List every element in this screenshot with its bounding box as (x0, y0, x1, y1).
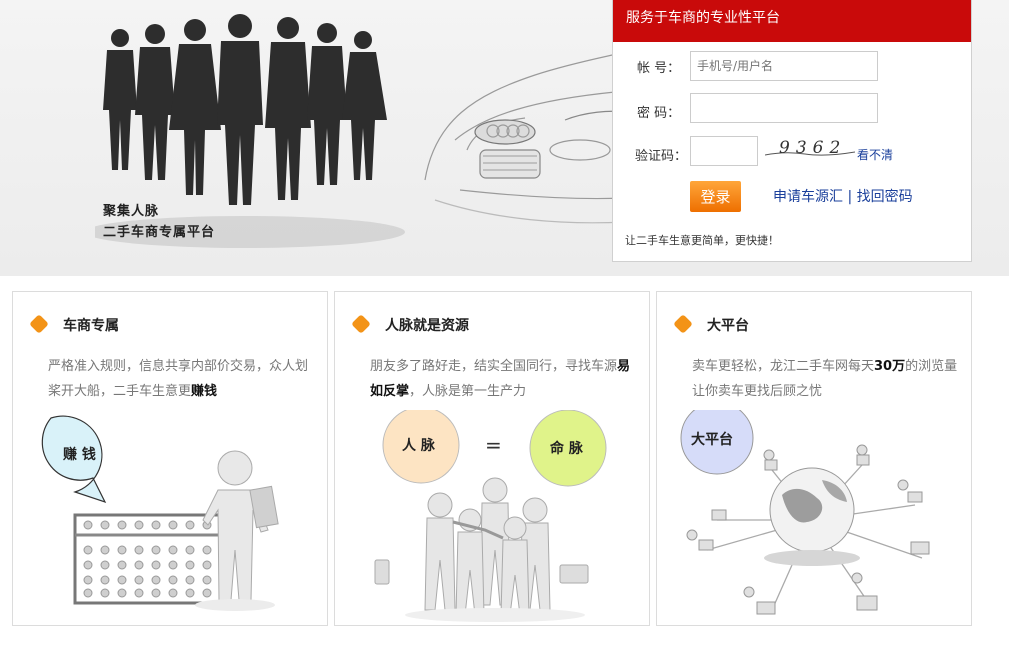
bubble-lifeline-icon: 命 脉 (529, 410, 607, 487)
forgot-password-link[interactable]: 找回密码 (857, 189, 913, 205)
feature-desc-highlight: 赚钱 (191, 384, 218, 399)
login-links: 申请车源汇 | 找回密码 (773, 186, 913, 206)
refresh-captcha-link[interactable]: 看不清 (857, 146, 893, 163)
globe-network-illustration: 大平台 (680, 410, 930, 615)
captcha-image[interactable]: 9362 (765, 136, 855, 160)
group-handshake-icon (374, 477, 589, 622)
login-panel-title: 服务于车商的专业性平台 (613, 0, 971, 42)
apply-link[interactable]: 申请车源汇 (773, 189, 843, 205)
login-button[interactable]: 登录 (690, 181, 741, 212)
globe-icon (706, 464, 923, 611)
network-illustration: 人 脉 = 命 脉 (374, 410, 607, 622)
password-input[interactable] (690, 93, 878, 123)
feature-desc-text: 严格准入规则，信息共享内部价交易，众人划桨开大船，二手车生意更 (48, 359, 309, 399)
login-panel: 服务于车商的专业性平台 帐 号： 密 码： 验证码： 9362 看不清 登录 申… (612, 0, 972, 262)
equals-sign: = (485, 433, 502, 457)
slogan-line-1: 聚集人脉 (103, 204, 160, 219)
feature-title: 人脉就是资源 (385, 318, 469, 334)
captcha-text: 9362 (779, 138, 846, 158)
slogan-line-2: 二手车商专属平台 (103, 225, 216, 240)
captcha-input[interactable] (690, 136, 758, 166)
feature-description: 朋友多了路好走，结实全国同行，寻找车源易如反掌，人脉是第一生产力 (370, 354, 642, 404)
banner-slogan: 聚集人脉 二手车商专属平台 (103, 201, 215, 243)
feature-title: 大平台 (707, 318, 749, 334)
feature-description: 严格准入规则，信息共享内部价交易，众人划桨开大船，二手车生意更赚钱 (48, 354, 320, 404)
password-label: 密 码： (637, 106, 681, 121)
captcha-label: 验证码： (635, 149, 688, 164)
feature-title: 车商专属 (63, 318, 119, 334)
3d-person-icon (195, 450, 279, 611)
car-sketch-icon (424, 51, 625, 224)
bubble-label: 大平台 (691, 431, 733, 448)
account-input[interactable] (690, 51, 878, 81)
link-separator: | (847, 189, 853, 205)
abacus-icon (73, 513, 227, 605)
feature-description: 卖车更轻松，龙江二手车网每天30万的浏览量让你卖车更找后顾之忧 (692, 354, 964, 404)
abacus-illustration: 赚 钱 (41, 415, 279, 611)
business-people-silhouettes (103, 14, 387, 205)
feature-desc-highlight: 30万 (874, 359, 906, 374)
feature-card-platform: 大平台 卖车更轻松，龙江二手车网每天30万的浏览量让你卖车更找后顾之忧 大平台 (656, 291, 972, 626)
bubble-label: 赚 钱 (62, 446, 96, 463)
orange-diamond-icon (673, 314, 693, 334)
bubble-right-label: 命 脉 (549, 440, 584, 457)
feature-card-network: 人脉就是资源 朋友多了路好走，结实全国同行，寻找车源易如反掌，人脉是第一生产力 … (334, 291, 650, 626)
bubble-left-label: 人 脉 (402, 437, 436, 454)
speech-bubble-icon: 大平台 (680, 410, 754, 475)
feature-desc-text: 卖车更轻松，龙江二手车网每天 (692, 359, 875, 374)
feature-card-dealer: 车商专属 严格准入规则，信息共享内部价交易，众人划桨开大船，二手车生意更赚钱 赚… (12, 291, 328, 626)
speech-bubble-icon: 赚 钱 (41, 415, 107, 504)
bubble-contacts-icon: 人 脉 (382, 410, 460, 484)
feature-desc-tail: ，人脉是第一生产力 (409, 384, 527, 399)
orange-diamond-icon (29, 314, 49, 334)
orange-diamond-icon (351, 314, 371, 334)
login-tagline: 让二手车生意更简单，更快捷！ (625, 234, 779, 247)
feature-desc-text: 朋友多了路好走，结实全国同行，寻找车源 (370, 359, 618, 374)
account-label: 帐 号： (637, 61, 681, 76)
